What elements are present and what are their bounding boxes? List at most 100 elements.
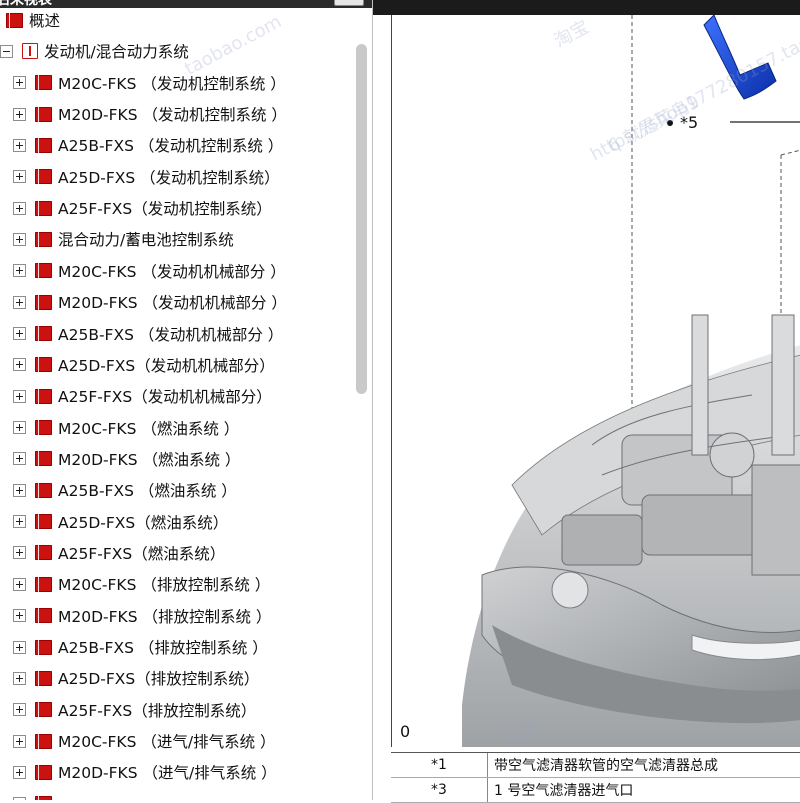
tree-item[interactable]: A25D-FXS（燃油系统） (13, 510, 228, 534)
expand-icon[interactable] (13, 515, 26, 529)
expand-icon[interactable] (13, 76, 26, 90)
expand-icon[interactable] (13, 295, 26, 309)
tree-item[interactable]: A25F-FXS（排放控制系统） (13, 698, 256, 722)
expand-icon[interactable] (13, 483, 26, 497)
expand-icon[interactable] (13, 546, 26, 560)
tree-item[interactable]: A25D-FXS（排放控制系统） (13, 666, 259, 690)
book-icon (35, 137, 52, 153)
expand-icon[interactable] (13, 138, 26, 152)
expand-icon[interactable] (13, 609, 26, 623)
expand-icon[interactable] (13, 327, 26, 340)
scrollbar-thumb[interactable] (356, 44, 367, 394)
book-icon (35, 106, 52, 122)
tree-item[interactable]: A25B-FXS （发动机机械部分 ） (13, 322, 283, 346)
caption-table: *1 带空气滤清器软管的空气滤清器总成 *3 1 号空气滤清器进气口 (391, 752, 800, 803)
tree-item[interactable]: M20C-FKS （发动机机械部分 ） (13, 259, 286, 283)
tree-item-label: M20C-FKS （发动机控制系统 ） (58, 74, 286, 93)
expand-icon[interactable] (13, 170, 26, 184)
expand-icon[interactable] (13, 389, 26, 403)
figure-label: 0 (400, 722, 411, 741)
tree-item[interactable]: A25D-FXS（发动机机械部分） (13, 353, 275, 377)
expand-icon[interactable] (13, 264, 26, 278)
book-icon (35, 514, 52, 530)
expand-icon[interactable] (13, 765, 26, 779)
tree-item-label: M20D-FKS （排放控制系统 ） (58, 607, 272, 626)
tree-item-label: M20D-FKS （进气/排气系统 ） (58, 764, 277, 783)
caption-row: *3 1 号空气滤清器进气口 (391, 778, 800, 803)
tree-item-label: A25B-FXS （排放控制系统 ） (58, 639, 268, 657)
content-topbar (373, 0, 800, 15)
tree-item[interactable]: A25F-FXS（发动机机械部分） (13, 384, 272, 408)
tree-item[interactable]: 发动机/混合动力系统 (0, 39, 189, 63)
collapse-button[interactable]: ▲ (334, 0, 364, 6)
tree-item-label: M20C-FKS （燃油系统 ） (58, 419, 240, 438)
tree-item[interactable]: M20D-FKS （排放控制系统 ） (13, 604, 271, 628)
tree-item-label: M20D-FKS （发动机机械部分 ） (58, 294, 287, 313)
book-icon (35, 326, 52, 341)
tree-item[interactable]: A25D-FXS （发动机控制系统） (13, 165, 280, 189)
expand-icon[interactable] (13, 671, 26, 685)
tree-item[interactable]: M20C-FKS （发动机控制系统 ） (13, 71, 286, 95)
tree-item-label: A25F-FXS（发动机机械部分） (58, 388, 272, 407)
engine-diagram: *5 0 (391, 15, 800, 747)
collapse-icon[interactable] (0, 44, 13, 58)
content-panel: *5 0 *1 带空气滤清器软管的空气滤清器总成 *3 1 号空气滤清器进气口 淘宝 … (373, 0, 800, 803)
tree-item-label: 概述 (29, 12, 61, 30)
caption-row: *1 带空气滤清器软管的空气滤清器总成 (391, 753, 800, 778)
tree-item[interactable]: M20D-FKS （进气/排气系统 ） (13, 760, 277, 784)
tree-item[interactable]: A25B-FXS （排放控制系统 ） (13, 635, 268, 659)
tree-item-label: M20C-FKS （发动机机械部分 ） (58, 262, 286, 281)
tree-item[interactable]: M20D-FKS （燃油系统 ） (13, 447, 240, 471)
toc-header: 后采视表 ▲ (0, 0, 372, 8)
expand-icon[interactable] (13, 703, 26, 717)
tree-item[interactable] (13, 792, 58, 800)
tree-item[interactable]: M20D-FKS （发动机控制系统 ） (13, 102, 287, 126)
tree-item[interactable]: M20C-FKS （燃油系统 ） (13, 416, 239, 440)
expand-icon[interactable] (13, 201, 26, 215)
open-book-icon (22, 43, 38, 60)
expand-icon[interactable] (13, 577, 26, 591)
expand-icon[interactable] (13, 734, 26, 748)
caption-number: *1 (391, 753, 488, 777)
expand-icon[interactable] (13, 640, 26, 654)
expand-icon[interactable] (13, 107, 26, 121)
tree-item-label: A25B-FXS （发动机机械部分 ） (58, 325, 284, 344)
tree-item[interactable]: A25B-FXS （发动机控制系统 ） (13, 133, 283, 157)
callout-dot (667, 120, 673, 126)
tree-item[interactable]: 概述 (6, 8, 60, 32)
tree-item[interactable]: M20C-FKS （排放控制系统 ） (13, 572, 270, 596)
book-icon (35, 670, 52, 686)
tree-item-label: M20D-FKS （燃油系统 ） (58, 450, 241, 469)
book-icon (35, 231, 52, 247)
tree-item[interactable]: 混合动力/蓄电池控制系统 (13, 227, 234, 251)
book-icon (6, 12, 23, 28)
tree-item-label: M20C-FKS （排放控制系统 ） (58, 576, 271, 595)
toc-panel: 后采视表 ▲ 概述发动机/混合动力系统 M20C-FKS （发动机控制系统 ） M2… (0, 0, 373, 800)
tree-item-label: 混合动力/蓄电池控制系统 (58, 231, 234, 250)
tree-item[interactable]: A25B-FXS （燃油系统 ） (13, 478, 237, 502)
book-icon (35, 388, 52, 404)
engine-bay-illustration (462, 15, 800, 747)
book-icon (35, 764, 52, 780)
book-icon (35, 263, 52, 279)
tree-item-label: A25B-FXS （燃油系统 ） (58, 482, 237, 501)
callout-5-label: *5 (680, 113, 699, 132)
expand-icon[interactable] (13, 421, 26, 435)
tree-item[interactable]: M20D-FKS （发动机机械部分 ） (13, 290, 287, 314)
caption-text: 1 号空气滤清器进气口 (494, 783, 634, 799)
book-icon (35, 608, 52, 624)
air-hose (703, 15, 777, 100)
expand-icon[interactable] (13, 452, 26, 466)
book-icon (35, 482, 52, 498)
expand-icon[interactable] (13, 232, 26, 246)
book-icon (35, 169, 52, 185)
book-icon (35, 294, 52, 310)
tree-item[interactable]: A25F-FXS（燃油系统） (13, 541, 225, 565)
book-icon (35, 357, 52, 373)
tree-item-label: A25F-FXS（燃油系统） (58, 544, 226, 563)
book-icon (35, 702, 52, 718)
tree-item[interactable]: A25F-FXS（发动机控制系统） (13, 196, 272, 220)
book-icon (35, 639, 52, 655)
tree-item[interactable]: M20C-FKS （进气/排气系统 ） (13, 729, 276, 753)
expand-icon[interactable] (13, 358, 26, 372)
